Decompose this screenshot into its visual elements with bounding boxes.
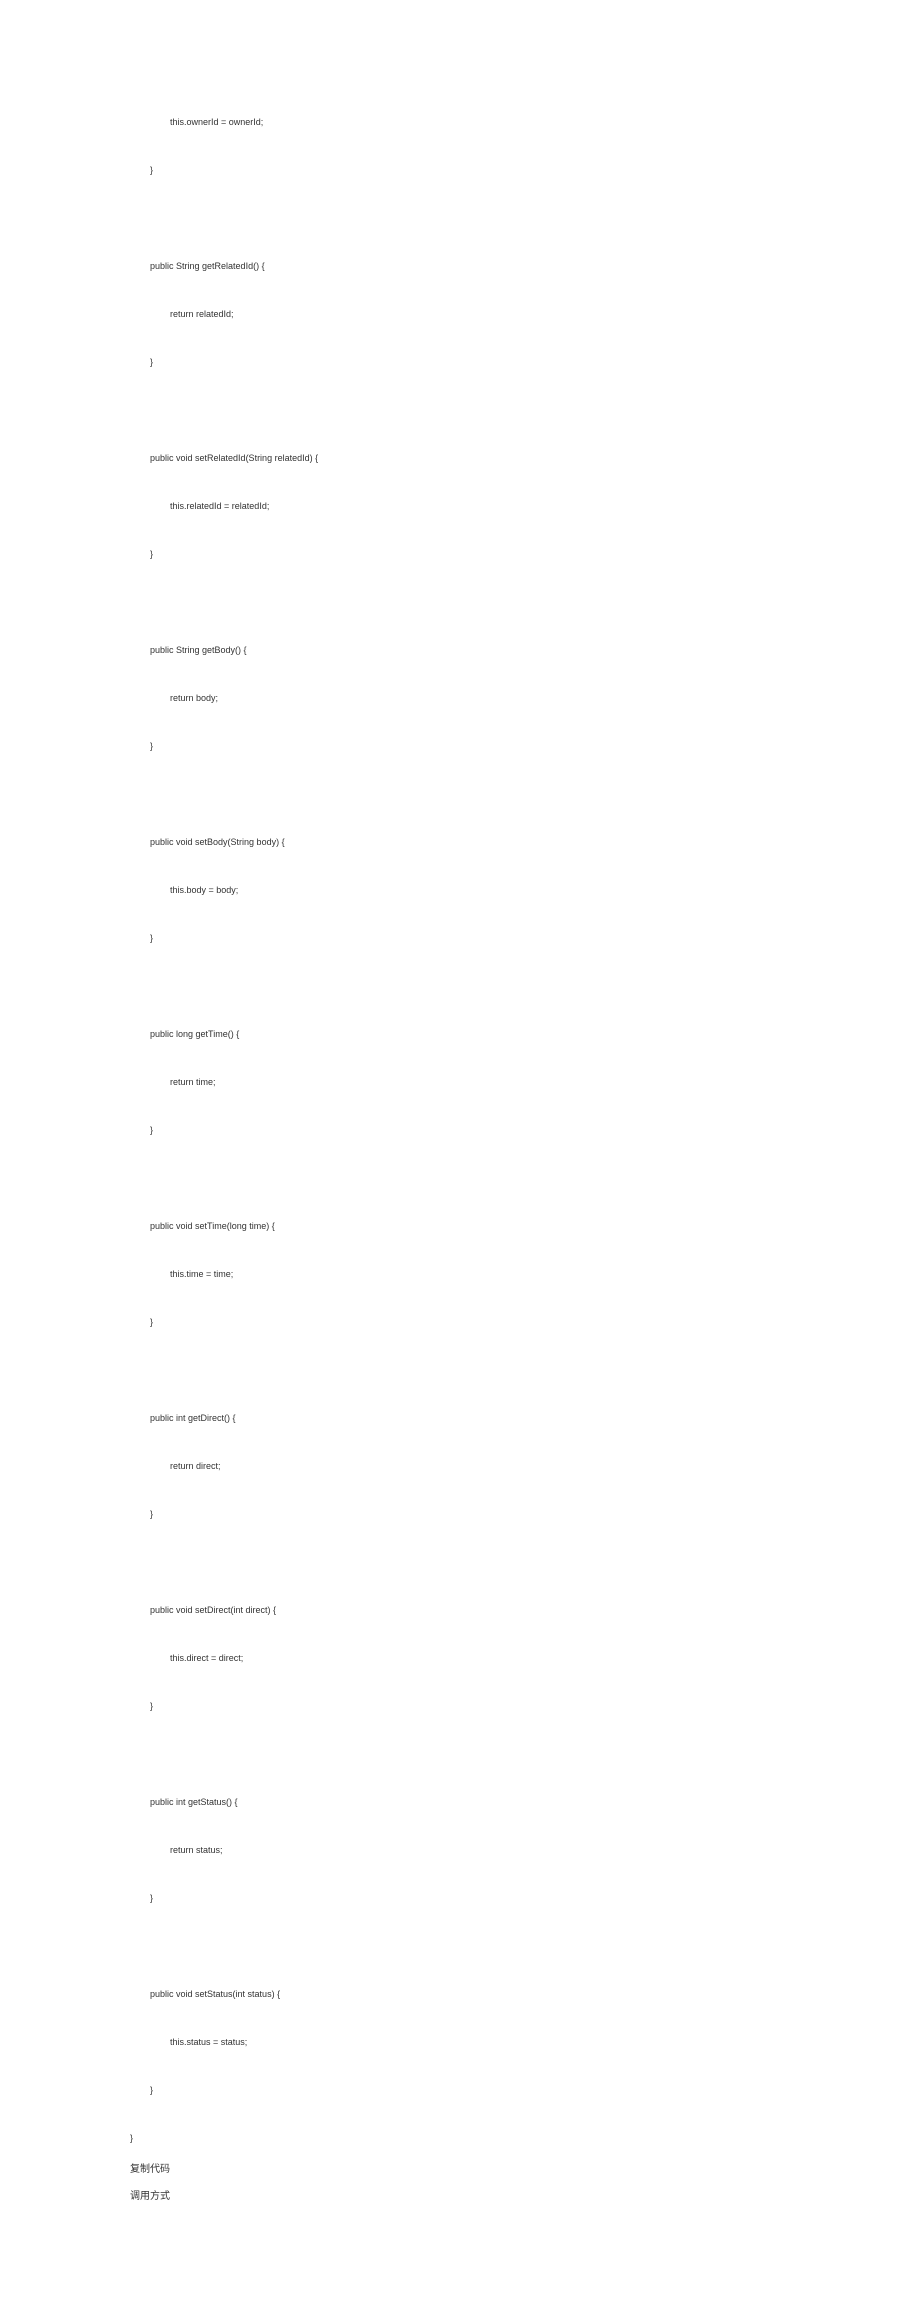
- usage-label: 调用方式: [130, 2187, 790, 2202]
- document-page: this.ownerId = ownerId; } public String …: [0, 0, 920, 2314]
- copy-code-label: 复制代码: [130, 2160, 790, 2175]
- code-block: this.ownerId = ownerId; } public String …: [130, 110, 790, 2150]
